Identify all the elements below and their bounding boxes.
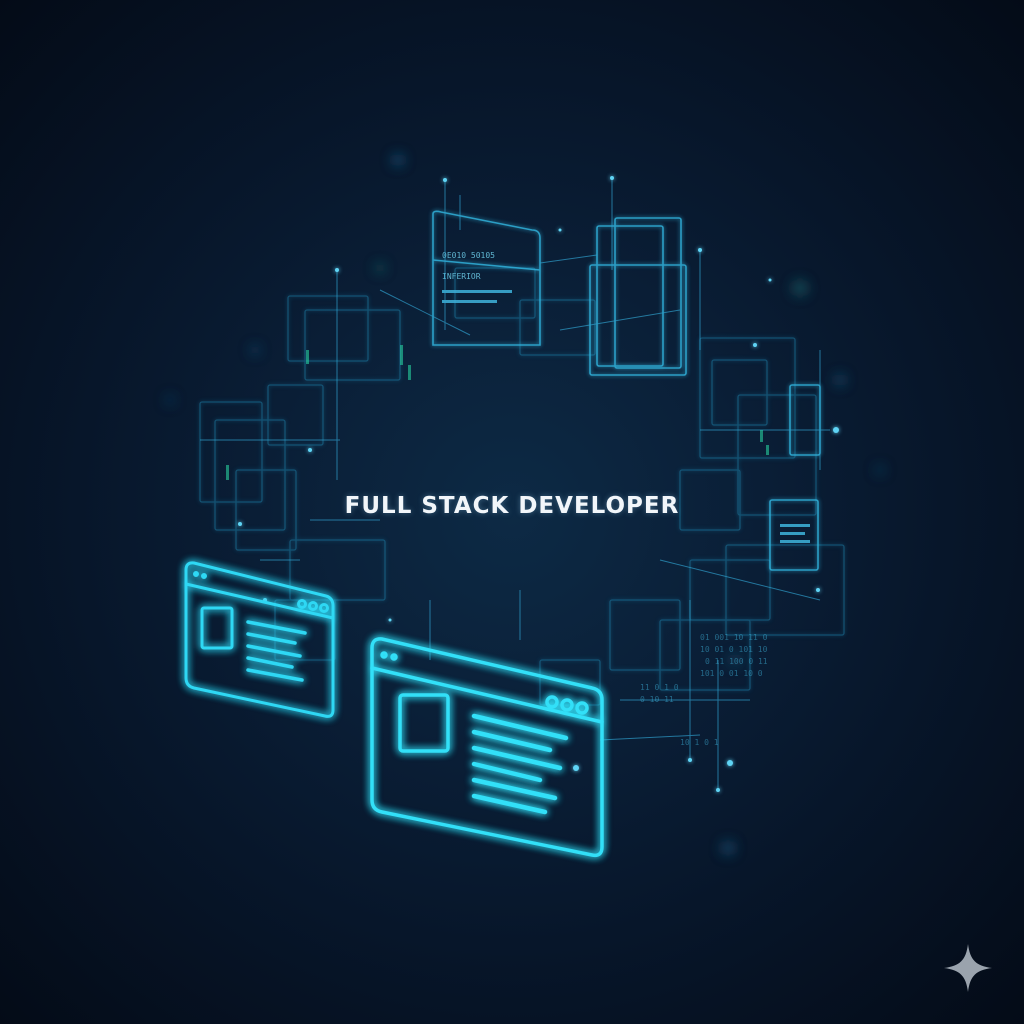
svg-text:INFERIOR: INFERIOR xyxy=(442,272,481,281)
svg-text:101 0 01 10 0: 101 0 01 10 0 xyxy=(700,669,763,678)
data-streams xyxy=(226,345,769,480)
svg-text:0 10 11: 0 10 11 xyxy=(640,695,674,704)
svg-text:10 1 0 1: 10 1 0 1 xyxy=(680,738,719,747)
svg-text:11 0 1 0: 11 0 1 0 xyxy=(640,683,679,692)
svg-text:0 11 100 0 11: 0 11 100 0 11 xyxy=(705,657,768,666)
sparkle-icon xyxy=(944,944,992,992)
browser-window-icon xyxy=(370,637,604,858)
svg-text:01 001 10 11 0: 01 001 10 11 0 xyxy=(700,633,768,642)
headline-title: FULL STACK DEVELOPER xyxy=(344,493,680,519)
code-lines-icon xyxy=(471,713,569,815)
svg-text:10 01 0 101 10: 10 01 0 101 10 xyxy=(700,645,768,654)
illustration-canvas: 0E010 50105 INFERIOR 01 001 10 11 0 10 0… xyxy=(0,0,1024,1024)
circuit-lines xyxy=(200,180,830,790)
svg-text:0E010 50105: 0E010 50105 xyxy=(442,251,495,260)
browser-window-icon xyxy=(184,561,335,718)
code-lines-icon xyxy=(246,620,307,682)
